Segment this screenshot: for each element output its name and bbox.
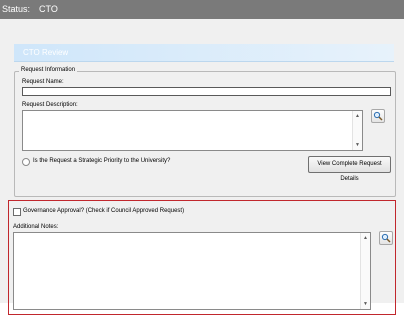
status-label: Status: — [2, 4, 31, 14]
description-zoom-button[interactable] — [371, 109, 385, 123]
governance-approval-label: Governance Approval? (Check if Council A… — [23, 208, 185, 214]
status-bar: Status: CTO — [0, 0, 404, 19]
notes-scrollbar[interactable]: ▲ ▼ — [360, 233, 370, 309]
group-label: Request Information — [19, 67, 78, 73]
scroll-up-icon[interactable]: ▲ — [353, 113, 362, 119]
request-information-group: Request Information Request Name: Reques… — [14, 67, 396, 197]
description-scrollbar[interactable]: ▲ ▼ — [352, 111, 362, 150]
request-name-label: Request Name: — [22, 79, 64, 85]
strategic-priority-label: Is the Request a Strategic Priority to t… — [33, 158, 171, 164]
view-complete-request-details-button[interactable]: View Complete Request Details — [308, 156, 391, 182]
notes-zoom-button[interactable] — [379, 231, 393, 245]
scroll-down-icon[interactable]: ▼ — [353, 142, 362, 148]
scroll-up-icon[interactable]: ▲ — [361, 235, 370, 241]
governance-approval-checkbox[interactable] — [13, 208, 21, 216]
status-value: CTO — [39, 4, 58, 14]
additional-notes-textarea[interactable]: ▲ ▼ — [13, 232, 371, 310]
request-description-label: Request Description: — [22, 102, 78, 108]
section-header: CTO Review — [14, 44, 394, 62]
request-name-input[interactable] — [22, 87, 391, 96]
form-body: CTO Review Request Information Request N… — [0, 19, 404, 315]
request-description-textarea[interactable]: ▲ ▼ — [22, 110, 363, 151]
governance-panel: Governance Approval? (Check if Council A… — [8, 200, 396, 315]
magnifier-icon — [381, 233, 391, 243]
strategic-priority-checkbox[interactable] — [22, 158, 30, 166]
scroll-down-icon[interactable]: ▼ — [361, 301, 370, 307]
additional-notes-label: Additional Notes: — [13, 224, 59, 230]
magnifier-icon — [373, 111, 383, 121]
section-title: CTO Review — [23, 48, 69, 57]
